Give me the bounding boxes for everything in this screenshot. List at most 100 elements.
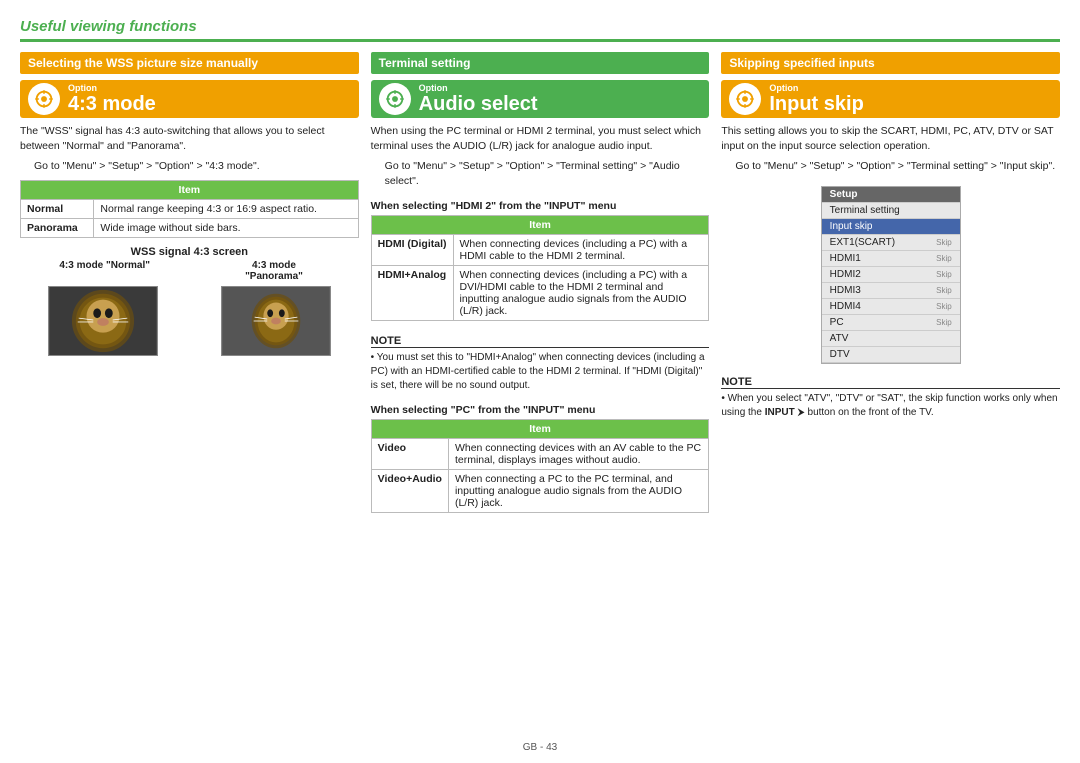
page-indicator: GB - 43 [523, 742, 557, 753]
wss-row2-desc: Wide image without side bars. [94, 219, 358, 238]
table-row: Panorama Wide image without side bars. [21, 219, 359, 238]
menu-row-ext1: EXT1(SCART) Skip [822, 235, 960, 251]
menu-row-hdmi3: HDMI3 Skip [822, 283, 960, 299]
menu-label-hdmi3: HDMI3 [830, 285, 861, 296]
menu-skip-hdmi3: Skip [936, 286, 952, 295]
audio-option-title: Audio select [419, 93, 538, 115]
audio-section-header: Terminal setting [371, 52, 710, 74]
wss-screen-section: WSS signal 4:3 screen 4:3 mode "Normal" … [20, 246, 359, 356]
input-bold: INPUT [765, 407, 795, 418]
menu-label-setup: Setup [830, 189, 858, 200]
wss-screen-title: WSS signal 4:3 screen [20, 246, 359, 258]
skip-option-text: Option Input skip [769, 83, 863, 115]
page-header: Useful viewing functions [20, 18, 1060, 42]
menu-row-hdmi2: HDMI2 Skip [822, 267, 960, 283]
pc-heading: When selecting "PC" from the "INPUT" men… [371, 404, 710, 416]
input-skip-menu: Setup Terminal setting Input skip EXT1(S… [821, 186, 961, 364]
wss-table-header: Item [21, 181, 359, 200]
menu-skip-hdmi4: Skip [936, 302, 952, 311]
skip-section-header: Skipping specified inputs [721, 52, 1060, 74]
menu-label-hdmi4: HDMI4 [830, 301, 861, 312]
pc-row1-desc: When connecting devices with an AV cable… [448, 438, 708, 469]
skip-option-badge: Option Input skip [721, 80, 1060, 118]
hdmi-row1-label: HDMI (Digital) [371, 234, 453, 265]
skip-option-title: Input skip [769, 93, 863, 115]
lion-normal-svg [49, 287, 157, 355]
hdmi-row2-label: HDMI+Analog [371, 265, 453, 320]
lion-panorama-svg [222, 287, 330, 355]
menu-skip-hdmi2: Skip [936, 270, 952, 279]
wss-row1-label: Normal [21, 200, 94, 219]
skip-body1: This setting allows you to skip the SCAR… [721, 124, 1060, 153]
menu-label-dtv: DTV [830, 349, 850, 360]
table-row: Video+Audio When connecting a PC to the … [371, 469, 709, 512]
menu-row-terminal: Terminal setting [822, 203, 960, 219]
menu-label-terminal: Terminal setting [830, 205, 900, 216]
table-row: HDMI+Analog When connecting devices (inc… [371, 265, 709, 320]
page: Useful viewing functions Selecting the W… [0, 0, 1080, 763]
audio-note-title: NOTE [371, 335, 710, 348]
menu-row-dtv: DTV [822, 347, 960, 363]
wss-option-icon [28, 83, 60, 115]
audio-body2: Go to "Menu" > "Setup" > "Option" > "Ter… [385, 159, 710, 188]
columns-container: Selecting the WSS picture size manually … [20, 52, 1060, 734]
menu-row-hdmi1: HDMI1 Skip [822, 251, 960, 267]
menu-label-pc: PC [830, 317, 844, 328]
audio-option-text: Option Audio select [419, 83, 538, 115]
table-row: Normal Normal range keeping 4:3 or 16:9 … [21, 200, 359, 219]
wss-mode1-label: 4:3 mode "Normal" [23, 260, 186, 282]
skip-note-title: NOTE [721, 376, 1060, 389]
wss-row1-desc: Normal range keeping 4:3 or 16:9 aspect … [94, 200, 358, 219]
wss-body2: Go to "Menu" > "Setup" > "Option" > "4:3… [34, 159, 359, 174]
page-title: Useful viewing functions [20, 18, 197, 35]
menu-label-hdmi1: HDMI1 [830, 253, 861, 264]
hdmi-table-header: Item [371, 215, 709, 234]
wss-body1: The "WSS" signal has 4:3 auto-switching … [20, 124, 359, 153]
settings-icon [33, 88, 55, 110]
wss-img-panorama [221, 286, 331, 356]
hdmi-table: Item HDMI (Digital) When connecting devi… [371, 215, 710, 321]
hdmi-row2-desc: When connecting devices (including a PC)… [453, 265, 709, 320]
audio-body1: When using the PC terminal or HDMI 2 ter… [371, 124, 710, 153]
menu-row-pc: PC Skip [822, 315, 960, 331]
skip-note: NOTE • When you select "ATV", "DTV" or "… [721, 376, 1060, 420]
wss-row2-label: Panorama [21, 219, 94, 238]
pc-row1-label: Video [371, 438, 448, 469]
pc-row2-desc: When connecting a PC to the PC terminal,… [448, 469, 708, 512]
skip-body2: Go to "Menu" > "Setup" > "Option" > "Ter… [735, 159, 1060, 174]
settings-icon-3 [734, 88, 756, 110]
wss-section-header: Selecting the WSS picture size manually [20, 52, 359, 74]
audio-option-label: Option [419, 83, 538, 93]
wss-modes-row: 4:3 mode "Normal" 4:3 mode"Panorama" [20, 260, 359, 282]
skip-option-icon [729, 83, 761, 115]
wss-option-text: Option 4:3 mode [68, 83, 156, 115]
skip-note-text: • When you select "ATV", "DTV" or "SAT",… [721, 392, 1060, 420]
audio-note: NOTE • You must set this to "HDMI+Analog… [371, 335, 710, 393]
pc-table-header: Item [371, 419, 709, 438]
skip-option-label: Option [769, 83, 863, 93]
audio-option-badge: Option Audio select [371, 80, 710, 118]
menu-skip-pc: Skip [936, 318, 952, 327]
wss-mode2-label: 4:3 mode"Panorama" [193, 260, 356, 282]
menu-row-atv: ATV [822, 331, 960, 347]
menu-skip-hdmi1: Skip [936, 254, 952, 263]
menu-label-atv: ATV [830, 333, 849, 344]
audio-note-text: • You must set this to "HDMI+Analog" whe… [371, 351, 710, 393]
col-inputskip: Skipping specified inputs Option Input [721, 52, 1060, 734]
table-row: HDMI (Digital) When connecting devices (… [371, 234, 709, 265]
page-footer: GB - 43 [20, 742, 1060, 753]
col-audio: Terminal setting Option Audio select [371, 52, 710, 734]
settings-icon-2 [384, 88, 406, 110]
wss-images-row [20, 286, 359, 356]
menu-skip-ext1: Skip [936, 238, 952, 247]
wss-img-normal [48, 286, 158, 356]
wss-option-badge: Option 4:3 mode [20, 80, 359, 118]
col-wss: Selecting the WSS picture size manually … [20, 52, 359, 734]
wss-table: Item Normal Normal range keeping 4:3 or … [20, 180, 359, 238]
pc-table: Item Video When connecting devices with … [371, 419, 710, 513]
wss-option-title: 4:3 mode [68, 93, 156, 115]
menu-label-ext1: EXT1(SCART) [830, 237, 895, 248]
hdmi-row1-desc: When connecting devices (including a PC)… [453, 234, 709, 265]
hdmi-heading: When selecting "HDMI 2" from the "INPUT"… [371, 200, 710, 212]
menu-label-inputskip: Input skip [830, 221, 873, 232]
